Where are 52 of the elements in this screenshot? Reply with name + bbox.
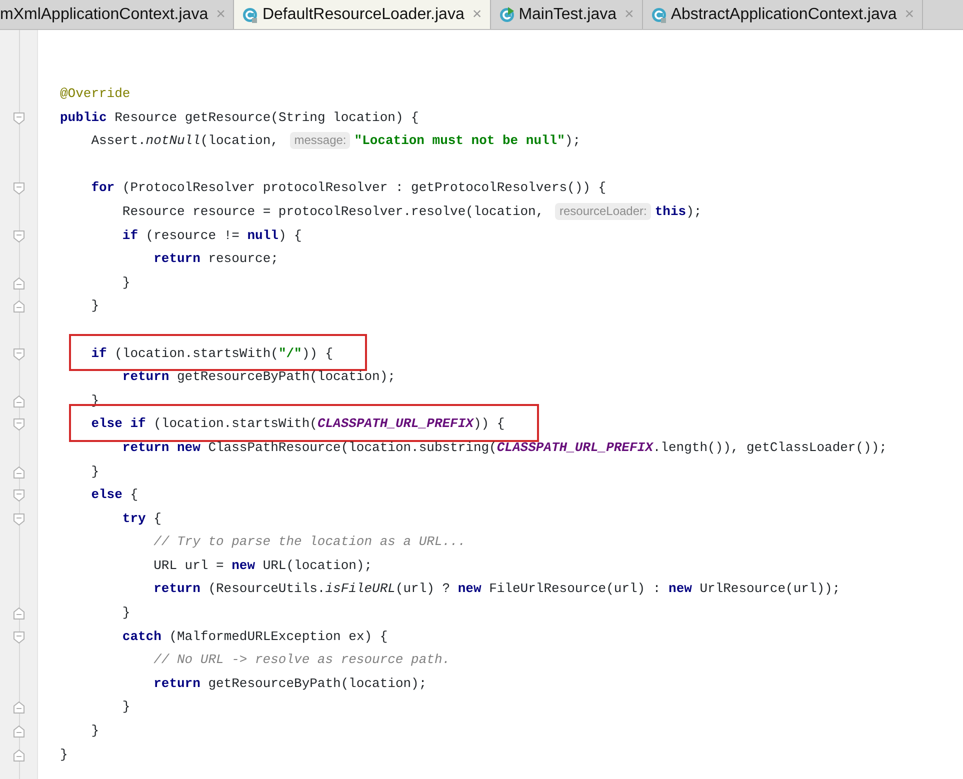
code-text: this); [654, 202, 702, 221]
code-text: URL url = new URL(location); [154, 556, 372, 575]
code-text: } [122, 698, 130, 716]
fold-marker-icon[interactable] [13, 725, 25, 738]
code-text: return resource; [154, 250, 278, 268]
fold-marker-icon[interactable] [13, 276, 25, 290]
code-text: return (ResourceUtils.isFileURL(url) ? new FileUrlResource(url) : new UrlResource(url)); [154, 580, 840, 598]
class-icon [242, 6, 258, 22]
code-text: try { [122, 510, 162, 528]
code-text: @Override [60, 85, 130, 103]
parameter-hint: resourceLoader: [555, 203, 651, 220]
fold-marker-icon[interactable] [13, 230, 25, 243]
code-text: } [91, 462, 99, 480]
editor-tab[interactable]: MainTest.java × [490, 0, 643, 29]
fold-marker-icon[interactable] [13, 607, 25, 620]
fold-marker-icon[interactable] [13, 630, 25, 644]
code-text: } [122, 604, 130, 622]
code-text: return getResourceByPath(location); [122, 368, 396, 386]
parameter-hint: message: [290, 132, 350, 150]
fold-marker-icon[interactable] [13, 112, 25, 125]
code-text: else { [91, 486, 138, 504]
fold-marker-icon[interactable] [13, 466, 25, 478]
code-text: public Resource getResource(String location) { [60, 108, 419, 127]
runnable-class-icon [498, 6, 515, 22]
code-text: catch (MalformedURLException ex) { [122, 628, 388, 646]
fold-marker-icon[interactable] [13, 512, 25, 526]
code-text: Assert.notNull(location, [91, 132, 280, 150]
code-text: } [91, 722, 99, 740]
code-text: // No URL -> resolve as resource path. [154, 651, 450, 670]
code-text: Resource resource = protocolResolver.resolve(location, [122, 202, 545, 221]
code-text: } [60, 746, 68, 764]
fold-marker-icon[interactable] [13, 701, 25, 714]
code-text: } [91, 297, 99, 316]
code-text: if (resource != null) { [122, 226, 302, 245]
fold-marker-icon[interactable] [13, 748, 25, 762]
code-text: "Location must not be null"); [354, 132, 581, 150]
code-text: return getResourceByPath(location); [154, 674, 427, 693]
code-text: } [122, 274, 130, 292]
code-text: if (location.startsWith("/")) { [91, 344, 334, 363]
fold-marker-icon[interactable] [13, 418, 25, 432]
class-icon [650, 6, 667, 22]
fold-marker-icon[interactable] [13, 489, 25, 502]
code-text: else if (location.startsWith(CLASSPATH_URL_PREFIX)) { [91, 415, 505, 434]
fold-marker-icon[interactable] [13, 348, 25, 361]
fold-marker-icon[interactable] [13, 182, 25, 196]
code-text: for (ProtocolResolver protocolResolver : getProtocolResolvers()) { [91, 179, 606, 198]
editor-tab[interactable]: DefaultResourceLoader.java × [234, 0, 491, 29]
editor-tab[interactable]: mXmlApplicationContext.java × [0, 0, 234, 29]
fold-marker-icon[interactable] [13, 300, 25, 314]
code-text: // Try to parse the location as a URL... [154, 533, 466, 552]
code-text: return new ClassPathResource(location.substring(CLASSPATH_URL_PREFIX.length()), getClassLoader()); [122, 438, 887, 457]
fold-marker-icon[interactable] [13, 394, 25, 408]
